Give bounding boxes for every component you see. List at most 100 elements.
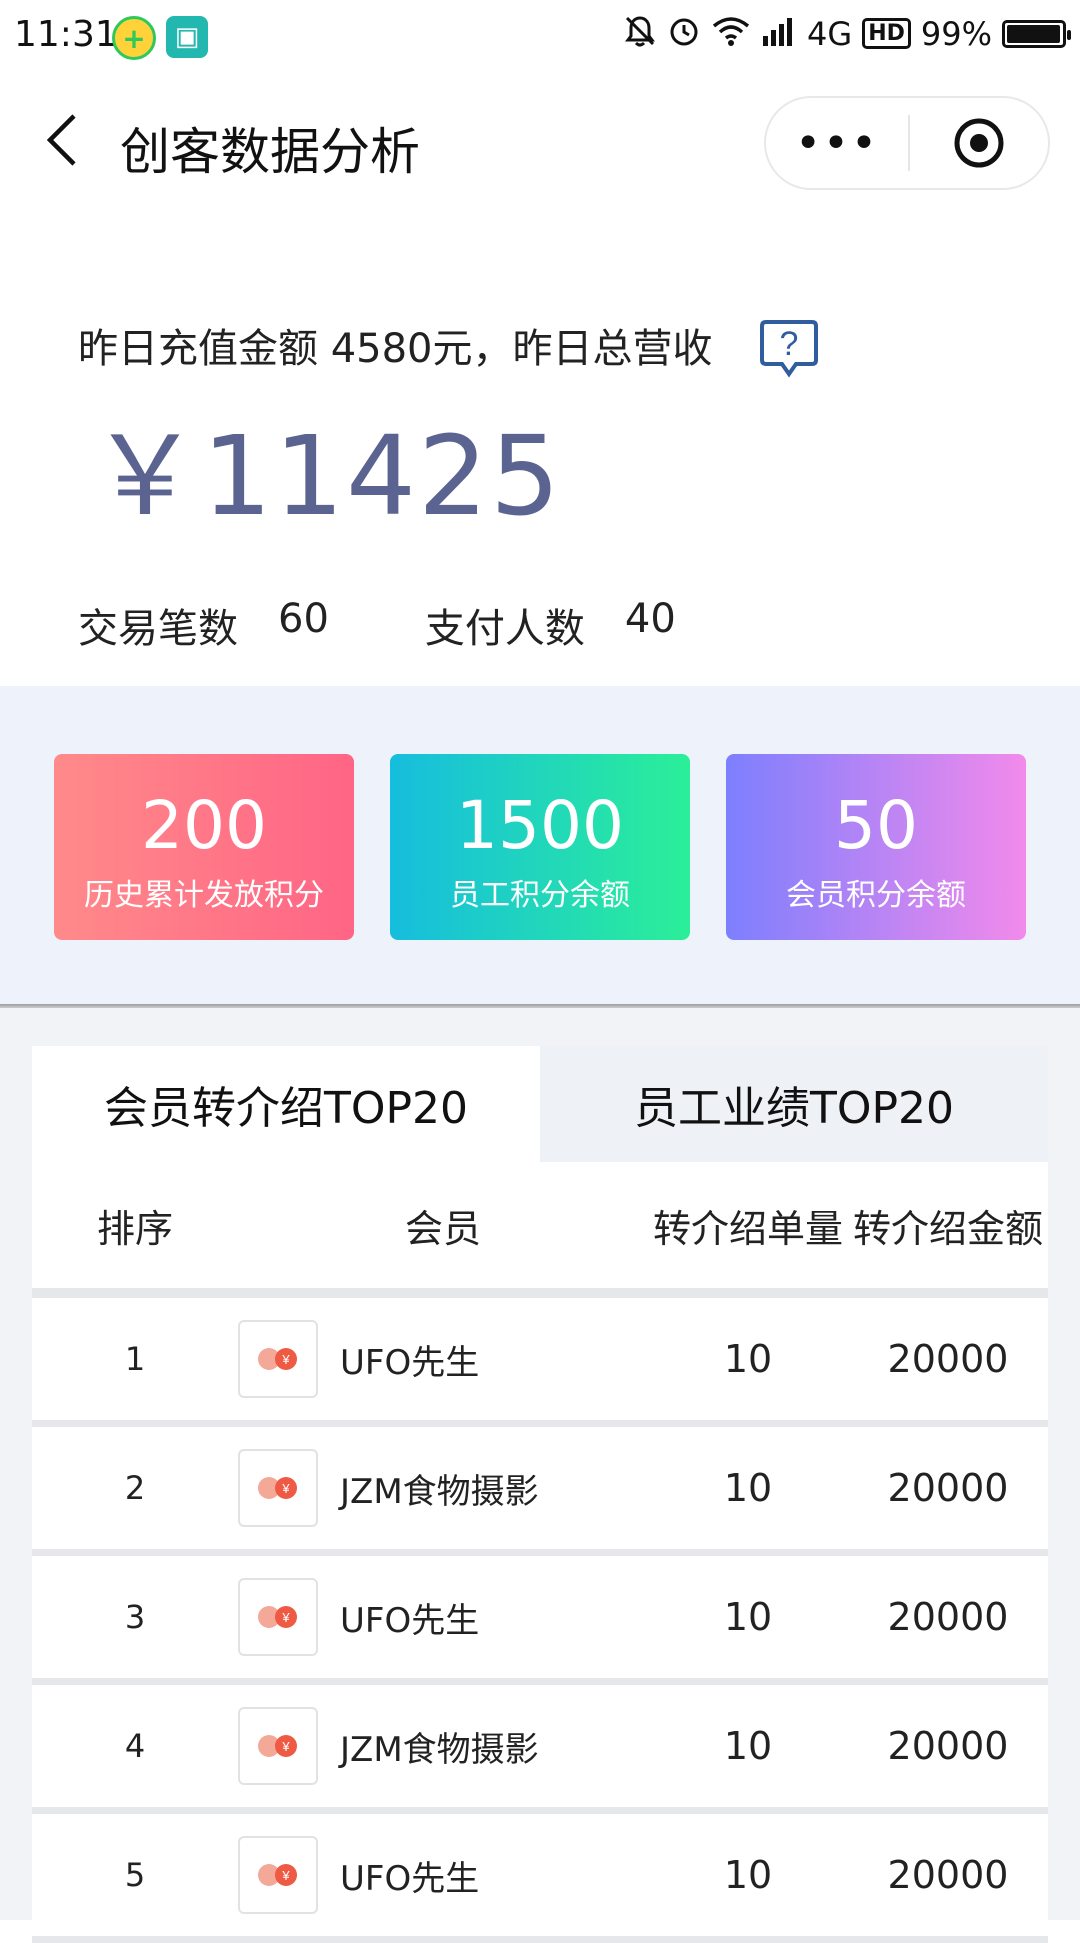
trade-count: 交易笔数 60	[78, 596, 329, 654]
more-button[interactable]: •••	[766, 98, 908, 188]
avatar: ¥	[238, 1707, 318, 1785]
member-cell: ¥ JZM食物摄影	[238, 1449, 648, 1527]
back-button[interactable]	[40, 110, 86, 170]
close-button[interactable]	[910, 98, 1048, 188]
member-cell: ¥ UFO先生	[238, 1320, 648, 1398]
card-member-points-balance[interactable]: 50 会员积分余额	[726, 754, 1026, 940]
question-icon: ?	[760, 320, 818, 378]
referral-count: 10	[723, 1466, 773, 1510]
hd-badge: HD	[862, 18, 911, 49]
target-close-icon	[954, 118, 1004, 168]
miniprogram-capsule: •••	[764, 96, 1050, 190]
scan-icon: ▣	[166, 16, 208, 58]
member-name: UFO先生	[340, 1858, 480, 1899]
table-row[interactable]: 4 ¥ JZM食物摄影 10 20000	[32, 1685, 1048, 1814]
points-cards: 200 历史累计发放积分 1500 员工积分余额 50 会员积分余额	[0, 686, 1080, 1006]
svg-text:?: ?	[780, 325, 799, 363]
revenue-summary: 昨日充值金额 4580元，昨日总营收 ? ￥11425 交易笔数 60 支付人数…	[0, 216, 1080, 686]
battery-percent: 99%	[920, 14, 992, 53]
trade-count-value: 60	[278, 596, 329, 642]
coin-logo-icon: ¥	[258, 1348, 297, 1370]
ranking-tabs: 会员转介绍TOP20 员工业绩TOP20	[32, 1046, 1048, 1162]
referral-count: 10	[723, 1595, 773, 1639]
card-total-issued-points[interactable]: 200 历史累计发放积分	[54, 754, 354, 940]
trade-count-label: 交易笔数	[78, 606, 238, 652]
member-name: JZM食物摄影	[340, 1729, 539, 1770]
network-type: 4G	[807, 14, 853, 53]
payer-count-label: 支付人数	[424, 606, 585, 652]
payer-count-value: 40	[624, 596, 676, 642]
rank: 4	[124, 1727, 146, 1765]
rank: 5	[124, 1856, 146, 1894]
card-staff-points-balance[interactable]: 1500 员工积分余额	[390, 754, 690, 940]
coin-logo-icon: ¥	[258, 1606, 297, 1628]
nav-header: 创客数据分析 •••	[0, 72, 1080, 216]
table-row[interactable]: 2 ¥ JZM食物摄影 10 20000	[32, 1427, 1048, 1556]
page-title: 创客数据分析	[120, 123, 420, 181]
total-revenue: ￥11425	[90, 412, 562, 540]
rank: 1	[124, 1340, 146, 1378]
battery-icon	[1002, 19, 1071, 48]
bell-off-icon	[623, 14, 657, 53]
status-bar: 11:31 + ▣ 4G HD 99%	[0, 0, 1080, 72]
svg-text:¥: ¥	[281, 1352, 290, 1367]
table-header: 排序 会员 转介绍单量 转介绍金额	[32, 1162, 1048, 1298]
coin-logo-icon: ¥	[258, 1735, 297, 1757]
referral-amount: 20000	[887, 1853, 1009, 1897]
svg-text:¥: ¥	[281, 1481, 290, 1496]
svg-text:¥: ¥	[281, 1610, 290, 1625]
card-value: 1500	[456, 787, 624, 864]
svg-text:¥: ¥	[281, 1739, 290, 1754]
rank: 2	[124, 1469, 146, 1507]
avatar: ¥	[238, 1320, 318, 1398]
member-name: UFO先生	[340, 1600, 480, 1641]
member-name: JZM食物摄影	[340, 1471, 539, 1512]
referral-count: 10	[723, 1337, 773, 1381]
avatar: ¥	[238, 1578, 318, 1656]
rank: 3	[124, 1598, 146, 1636]
header-amount: 转介绍金额	[852, 1206, 1043, 1251]
status-time: 11:31	[14, 14, 118, 55]
referral-amount: 20000	[887, 1724, 1009, 1768]
avatar: ¥	[238, 1836, 318, 1914]
tab-member-referral[interactable]: 会员转介绍TOP20	[32, 1046, 540, 1162]
referral-count: 10	[723, 1724, 773, 1768]
header-count: 转介绍单量	[652, 1206, 843, 1251]
tab-staff-performance[interactable]: 员工业绩TOP20	[540, 1046, 1048, 1162]
referral-amount: 20000	[887, 1337, 1009, 1381]
battery-level	[1007, 24, 1060, 43]
member-cell: ¥ UFO先生	[238, 1836, 648, 1914]
table-row[interactable]: 5 ¥ UFO先生 10 20000	[32, 1814, 1048, 1943]
card-label: 历史累计发放积分	[84, 878, 324, 913]
signal-icon	[761, 16, 797, 51]
trade-stats: 交易笔数 60 支付人数 40	[78, 596, 772, 654]
svg-text:¥: ¥	[281, 1868, 290, 1883]
card-label: 会员积分余额	[786, 878, 966, 913]
coin-logo-icon: ¥	[258, 1477, 297, 1499]
wifi-icon	[711, 15, 751, 52]
coin-logo-icon: ¥	[258, 1864, 297, 1886]
table-row[interactable]: 1 ¥ UFO先生 10 20000	[32, 1298, 1048, 1427]
card-value: 50	[834, 787, 918, 864]
header-member: 会员	[404, 1206, 481, 1251]
card-value: 200	[141, 787, 267, 864]
referral-count: 10	[723, 1853, 773, 1897]
header-rank: 排序	[96, 1206, 173, 1251]
alarm-icon	[667, 14, 701, 53]
payer-count: 支付人数 40	[425, 596, 676, 654]
ranking-section: 会员转介绍TOP20 员工业绩TOP20 排序 会员 转介绍单量 转介绍金额 1…	[0, 1008, 1080, 1943]
help-button[interactable]: ?	[760, 318, 818, 382]
referral-amount: 20000	[887, 1466, 1009, 1510]
more-icon: •••	[795, 117, 879, 169]
avatar: ¥	[238, 1449, 318, 1527]
table-row[interactable]: 3 ¥ UFO先生 10 20000	[32, 1556, 1048, 1685]
chevron-left-icon	[46, 114, 76, 166]
card-label: 员工积分余额	[450, 878, 630, 913]
plus-icon: +	[112, 16, 156, 60]
ranking-table: 排序 会员 转介绍单量 转介绍金额 1 ¥ UFO先生 10 20000 2 ¥…	[32, 1162, 1048, 1943]
summary-text: 昨日充值金额 4580元，昨日总营收	[78, 326, 713, 372]
member-cell: ¥ UFO先生	[238, 1578, 648, 1656]
status-icons: 4G HD 99%	[623, 14, 1071, 53]
member-cell: ¥ JZM食物摄影	[238, 1707, 648, 1785]
member-name: UFO先生	[340, 1342, 480, 1383]
